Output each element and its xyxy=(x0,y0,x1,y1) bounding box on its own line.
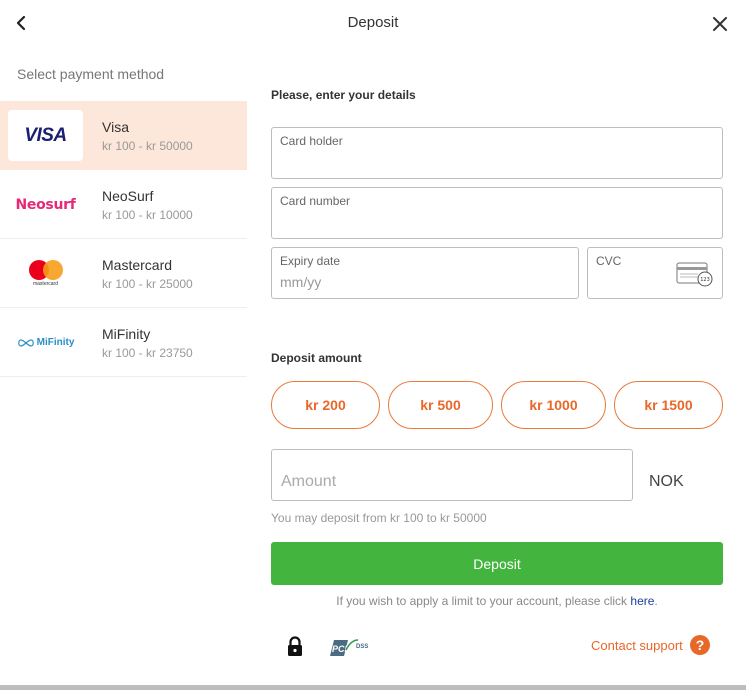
deposit-limit-hint: You may deposit from kr 100 to kr 50000 xyxy=(271,511,487,525)
deposit-amount-heading: Deposit amount xyxy=(271,351,362,365)
payment-method-range: kr 100 - kr 25000 xyxy=(102,277,193,291)
card-holder-label: Card holder xyxy=(280,134,343,148)
payment-method-heading: Select payment method xyxy=(17,66,165,82)
limit-notice-text: If you wish to apply a limit to your acc… xyxy=(336,594,628,608)
amount-field[interactable] xyxy=(271,449,633,501)
visa-logo-text: VISA xyxy=(24,124,67,146)
payment-method-visa[interactable]: VISA Visa kr 100 - kr 50000 xyxy=(0,101,247,170)
mifinity-logo-text: MiFinity xyxy=(36,337,75,348)
mastercard-logo: mastercard xyxy=(8,248,83,299)
mastercard-logo-text: mastercard xyxy=(32,281,58,287)
details-heading: Please, enter your details xyxy=(271,88,416,102)
currency-label: NOK xyxy=(649,473,684,490)
lock-icon xyxy=(286,636,304,658)
amount-option-200[interactable]: kr 200 xyxy=(271,381,380,429)
header: Deposit xyxy=(0,0,746,46)
neosurf-logo-text: Neosurf xyxy=(15,196,76,213)
card-number-label: Card number xyxy=(280,194,351,208)
mastercard-circles-icon xyxy=(28,260,63,280)
pci-dss-text: DSS xyxy=(356,644,368,650)
amount-input[interactable] xyxy=(281,473,581,491)
limit-notice: If you wish to apply a limit to your acc… xyxy=(271,594,723,608)
infinity-icon xyxy=(17,338,34,347)
payment-method-range: kr 100 - kr 10000 xyxy=(102,208,193,222)
page-title: Deposit xyxy=(347,14,399,31)
amount-option-500[interactable]: kr 500 xyxy=(388,381,493,429)
deposit-button[interactable]: Deposit xyxy=(271,542,723,585)
expiry-date-input[interactable] xyxy=(280,274,460,290)
payment-method-mifinity[interactable]: MiFinity MiFinity kr 100 - kr 23750 xyxy=(0,308,247,377)
cvc-field[interactable]: CVC 123 xyxy=(587,247,723,299)
visa-logo: VISA xyxy=(8,110,83,161)
payment-method-name: MiFinity xyxy=(102,326,151,342)
payment-method-neosurf[interactable]: Neosurf NeoSurf kr 100 - kr 10000 xyxy=(0,170,247,239)
amount-option-1500[interactable]: kr 1500 xyxy=(614,381,723,429)
contact-support-link[interactable]: Contact support xyxy=(591,638,683,653)
amount-option-1000[interactable]: kr 1000 xyxy=(501,381,606,429)
payment-method-range: kr 100 - kr 23750 xyxy=(102,346,193,360)
limit-here-link[interactable]: here xyxy=(630,594,654,608)
payment-method-name: Mastercard xyxy=(102,257,173,273)
pci-dss-logo: PCI DSS xyxy=(328,638,374,658)
card-number-field[interactable]: Card number xyxy=(271,187,723,239)
card-cvc-icon: 123 xyxy=(676,260,714,288)
close-icon[interactable] xyxy=(710,14,730,34)
cvc-icon-text: 123 xyxy=(700,277,710,283)
mifinity-logo: MiFinity xyxy=(8,317,83,368)
payment-method-name: NeoSurf xyxy=(102,188,154,204)
expiry-date-label: Expiry date xyxy=(280,254,341,268)
help-icon[interactable]: ? xyxy=(690,635,710,655)
expiry-date-field[interactable]: Expiry date xyxy=(271,247,579,299)
limit-notice-suffix: . xyxy=(654,594,658,608)
payment-method-mastercard[interactable]: mastercard Mastercard kr 100 - kr 25000 xyxy=(0,239,247,308)
payment-method-list: VISA Visa kr 100 - kr 50000 Neosurf NeoS… xyxy=(0,101,247,377)
bottom-scrollbar xyxy=(0,685,746,690)
pci-text: PCI xyxy=(332,644,348,654)
payment-method-range: kr 100 - kr 50000 xyxy=(102,139,193,153)
payment-method-name: Visa xyxy=(102,119,129,135)
cvc-label: CVC xyxy=(596,254,622,268)
neosurf-logo: Neosurf xyxy=(8,179,83,230)
card-holder-field[interactable]: Card holder xyxy=(271,127,723,179)
